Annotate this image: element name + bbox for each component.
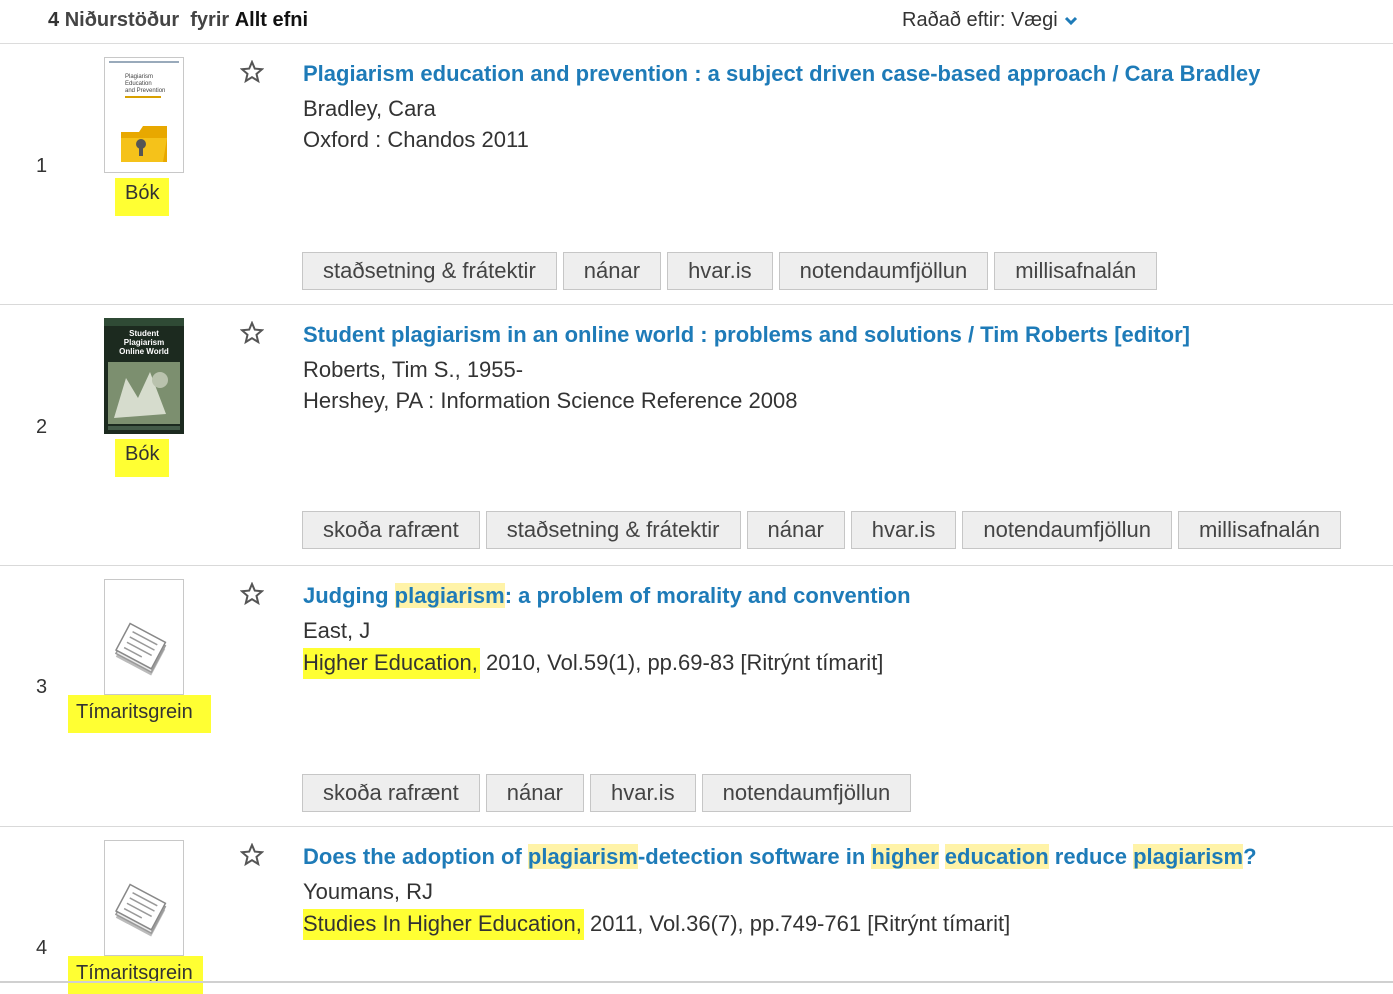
source-details: 2010, Vol.59(1), pp.69-83 [Ritrýnt tímar… bbox=[479, 650, 884, 675]
result-item: 3 Tímaritsgrein Judging plagiarism: a pr… bbox=[0, 566, 1393, 827]
result-actions: staðsetning & frátektir nánar hvar.is no… bbox=[302, 252, 1158, 290]
result-item: 2 Student Plagiarism Online World Bók St… bbox=[0, 305, 1393, 566]
interlibrary-loan-button[interactable]: millisafnalán bbox=[1177, 511, 1342, 549]
hvar-is-button[interactable]: hvar.is bbox=[667, 252, 773, 290]
search-term-highlight: plagiarism bbox=[527, 844, 638, 869]
result-title-link[interactable]: Plagiarism education and prevention : a … bbox=[303, 61, 1260, 87]
source-details: 2011, Vol.36(7), pp.749-761 [Ritrýnt tím… bbox=[583, 911, 1011, 936]
book-cover-image: Plagiarism Education and Prevention bbox=[105, 58, 183, 172]
book-cover-image: Student Plagiarism Online World bbox=[104, 318, 184, 434]
result-title-link[interactable]: Judging plagiarism: a problem of moralit… bbox=[303, 583, 911, 609]
result-item: 1 Plagiarism Education and Prevention Bó… bbox=[0, 44, 1393, 305]
star-icon[interactable] bbox=[240, 582, 264, 606]
title-part: Does the adoption of bbox=[303, 844, 528, 869]
chevron-down-icon bbox=[1064, 16, 1077, 25]
result-author: Roberts, Tim S., 1955- bbox=[303, 357, 524, 382]
search-term-highlight: education bbox=[944, 844, 1049, 869]
result-author: East, J bbox=[303, 618, 371, 643]
star-icon[interactable] bbox=[240, 843, 264, 867]
star-icon[interactable] bbox=[240, 60, 264, 84]
user-reviews-button[interactable]: notendaumfjöllun bbox=[701, 774, 912, 812]
cover-text-2: Education bbox=[125, 81, 152, 87]
view-online-button[interactable]: skoða rafrænt bbox=[302, 774, 480, 812]
journal-name: Higher Education, bbox=[303, 648, 480, 679]
search-term-highlight: higher bbox=[871, 844, 939, 869]
result-author: Youmans, RJ bbox=[303, 879, 434, 904]
cover-text-2: Plagiarism bbox=[124, 338, 164, 347]
location-reservation-button[interactable]: staðsetning & frátektir bbox=[485, 511, 741, 549]
hvar-is-button[interactable]: hvar.is bbox=[590, 774, 696, 812]
search-term-highlight: plagiarism bbox=[1133, 844, 1244, 869]
article-thumbnail[interactable] bbox=[104, 579, 184, 695]
results-label: Niðurstöður bbox=[64, 9, 180, 31]
result-number: 2 bbox=[36, 416, 48, 438]
sort-dropdown[interactable]: Raðað eftir: Vægi bbox=[902, 9, 1078, 32]
title-part: : a problem of morality and convention bbox=[504, 583, 911, 608]
search-scope: Allt efni bbox=[234, 9, 309, 31]
article-thumbnail[interactable] bbox=[104, 840, 184, 956]
document-icon bbox=[105, 580, 183, 694]
cover-text-1: Student bbox=[129, 329, 159, 338]
title-part: ? bbox=[1243, 844, 1257, 869]
view-online-button[interactable]: skoða rafrænt bbox=[302, 511, 480, 549]
results-summary: 4 Niðurstöður fyrir Allt efni bbox=[48, 9, 308, 32]
title-part: -detection software in bbox=[637, 844, 872, 869]
user-reviews-button[interactable]: notendaumfjöllun bbox=[778, 252, 989, 290]
results-header: 4 Niðurstöður fyrir Allt efni Raðað efti… bbox=[0, 0, 1393, 44]
type-label: Bók bbox=[115, 178, 170, 216]
type-label: Tímaritsgrein bbox=[68, 956, 203, 994]
result-actions: skoða rafrænt nánar hvar.is notendaumfjö… bbox=[302, 774, 912, 812]
sort-label: Raðað eftir: bbox=[902, 9, 1006, 31]
cover-text-3: Online World bbox=[119, 347, 169, 356]
result-title-link[interactable]: Does the adoption of plagiarism-detectio… bbox=[303, 844, 1257, 870]
result-title-link[interactable]: Student plagiarism in an online world : … bbox=[303, 322, 1190, 348]
book-cover-thumbnail[interactable]: Plagiarism Education and Prevention bbox=[104, 57, 184, 173]
document-icon bbox=[105, 841, 183, 955]
details-button[interactable]: nánar bbox=[485, 774, 585, 812]
result-number: 1 bbox=[36, 155, 48, 177]
results-count: 4 bbox=[48, 9, 60, 31]
result-source: Studies In Higher Education, 2011, Vol.3… bbox=[303, 909, 1011, 940]
title-part bbox=[939, 844, 945, 869]
result-number: 3 bbox=[36, 676, 48, 698]
result-publisher: Oxford : Chandos 2011 bbox=[303, 127, 529, 152]
details-button[interactable]: nánar bbox=[746, 511, 845, 549]
sort-value: Vægi bbox=[1010, 9, 1058, 31]
cover-text-3: and Prevention bbox=[125, 88, 165, 94]
details-button[interactable]: nánar bbox=[562, 252, 662, 290]
title-part: reduce bbox=[1048, 844, 1134, 869]
cover-text-1: Plagiarism bbox=[125, 74, 153, 80]
result-number: 4 bbox=[36, 937, 48, 959]
for-label: fyrir bbox=[190, 9, 230, 31]
interlibrary-loan-button[interactable]: millisafnalán bbox=[994, 252, 1158, 290]
book-cover-thumbnail[interactable]: Student Plagiarism Online World bbox=[104, 318, 184, 434]
result-author: Bradley, Cara bbox=[303, 96, 436, 121]
type-label: Bók bbox=[115, 439, 170, 477]
user-reviews-button[interactable]: notendaumfjöllun bbox=[962, 511, 1172, 549]
type-label: Tímaritsgrein bbox=[68, 695, 211, 733]
title-part: Judging bbox=[303, 583, 395, 608]
search-term-highlight: plagiarism bbox=[394, 583, 505, 608]
location-reservation-button[interactable]: staðsetning & frátektir bbox=[302, 252, 557, 290]
hvar-is-button[interactable]: hvar.is bbox=[850, 511, 957, 549]
result-actions: skoða rafrænt staðsetning & frátektir ná… bbox=[302, 511, 1342, 549]
result-publisher: Hershey, PA : Information Science Refere… bbox=[303, 388, 798, 413]
result-source: Higher Education, 2010, Vol.59(1), pp.69… bbox=[303, 648, 884, 679]
journal-name: Studies In Higher Education, bbox=[303, 909, 584, 940]
star-icon[interactable] bbox=[240, 321, 264, 345]
result-item: 4 Tímaritsgrein Does the adoption of pla… bbox=[0, 827, 1393, 994]
